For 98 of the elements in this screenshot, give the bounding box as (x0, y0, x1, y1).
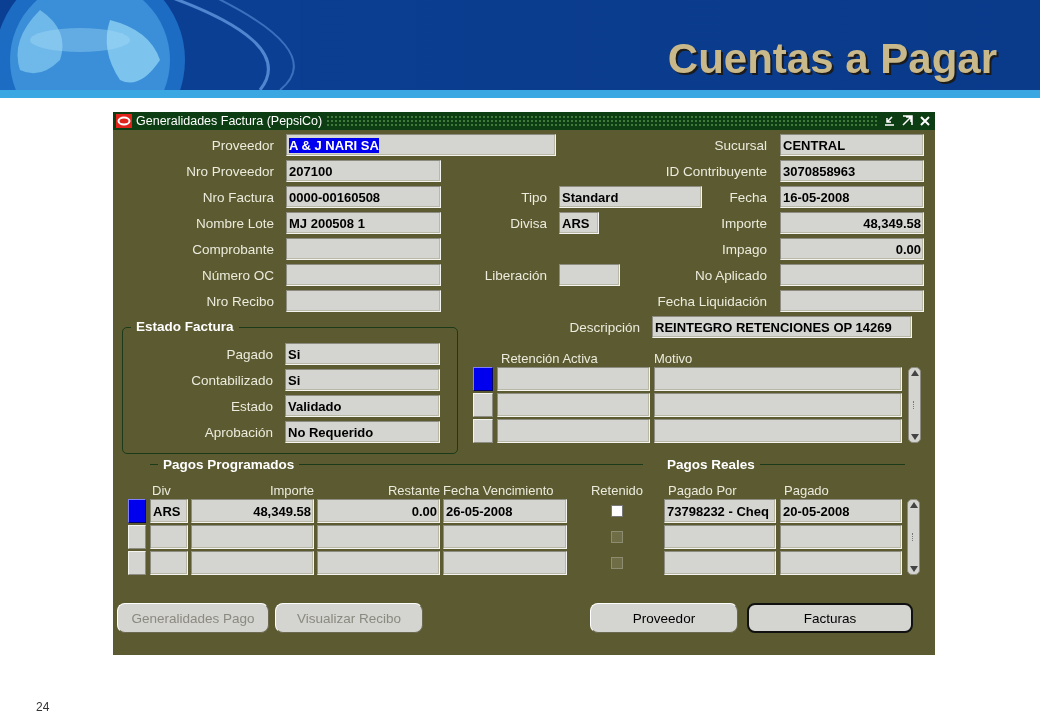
table-cell[interactable] (191, 525, 314, 549)
maximize-icon[interactable] (900, 114, 914, 128)
table-cell[interactable] (497, 393, 650, 417)
page-number: 24 (36, 700, 51, 714)
table-cell[interactable]: 73798232 - Cheq (664, 499, 776, 523)
input-field[interactable]: Standard (559, 186, 702, 208)
field-label: Importe (721, 215, 767, 231)
scroll-up-icon[interactable] (909, 502, 918, 508)
action-button[interactable]: Facturas (747, 603, 913, 633)
table-cell[interactable] (150, 525, 188, 549)
input-field[interactable]: REINTEGRO RETENCIONES OP 14269 (652, 316, 912, 338)
input-field[interactable]: 0.00 (780, 238, 924, 260)
field-label: Liberación (483, 267, 547, 283)
table-cell[interactable] (497, 367, 650, 391)
table-cell[interactable] (150, 551, 188, 575)
input-field[interactable] (286, 264, 441, 286)
field-label: Estado (229, 398, 273, 414)
table-cell[interactable] (664, 551, 776, 575)
field-label: Divisa (509, 215, 547, 231)
table-cell[interactable] (317, 525, 440, 549)
column-header: Restante (386, 483, 440, 498)
field-label: Nombre Lote (194, 215, 274, 231)
field-label: Nro Recibo (205, 293, 274, 309)
field-label: Comprobante (191, 241, 274, 257)
group-title: Estado Factura (131, 319, 239, 334)
input-field[interactable]: MJ 200508 1 (286, 212, 441, 234)
input-field[interactable]: Validado (285, 395, 440, 417)
table-cell[interactable] (317, 551, 440, 575)
input-field[interactable] (780, 264, 924, 286)
scrollbar[interactable] (908, 367, 921, 443)
checkbox[interactable] (611, 505, 623, 517)
input-field[interactable]: 0000-00160508 (286, 186, 441, 208)
field-label: Fecha (729, 189, 767, 205)
input-field[interactable]: 207100 (286, 160, 441, 182)
column-header: Fecha Vencimiento (443, 483, 555, 498)
scroll-down-icon[interactable] (909, 566, 918, 572)
table-cell[interactable]: 20-05-2008 (780, 499, 902, 523)
app-icon (116, 114, 132, 128)
action-button[interactable]: Proveedor (590, 603, 738, 633)
table-cell[interactable] (664, 525, 776, 549)
field-label: Impago (721, 241, 767, 257)
window-title: Generalidades Factura (PepsiCo) (136, 114, 323, 128)
input-field[interactable] (559, 264, 620, 286)
field-label: Proveedor (210, 137, 274, 153)
table-cell[interactable] (497, 419, 650, 443)
table-cell[interactable]: 0.00 (317, 499, 440, 523)
table-cell[interactable] (654, 367, 902, 391)
table-cell[interactable] (443, 551, 567, 575)
field-label: Sucursal (714, 137, 767, 153)
section-title: Pagos Programados (162, 456, 296, 472)
field-label: Nro Proveedor (185, 163, 274, 179)
input-field[interactable]: No Requerido (285, 421, 440, 443)
input-field[interactable]: Si (285, 343, 440, 365)
input-field[interactable]: A & J NARI SA (286, 134, 556, 156)
field-label: Nro Factura (201, 189, 274, 205)
record-indicator[interactable] (473, 367, 493, 391)
input-field[interactable] (286, 290, 441, 312)
field-label: Aprobación (203, 424, 273, 440)
table-cell[interactable] (443, 525, 567, 549)
field-label: Descripción (568, 319, 640, 335)
scrollbar[interactable] (907, 499, 920, 575)
column-header: Motivo (654, 351, 694, 366)
column-header: Retención Activa (500, 351, 599, 366)
scroll-down-icon[interactable] (910, 434, 919, 440)
table-cell[interactable] (654, 393, 902, 417)
close-icon[interactable] (918, 114, 932, 128)
column-header: Div (151, 483, 172, 498)
table-cell[interactable] (191, 551, 314, 575)
column-header: Pagado (783, 483, 830, 498)
field-label: ID Contribuyente (665, 163, 767, 179)
input-field[interactable]: CENTRAL (780, 134, 924, 156)
record-indicator[interactable] (128, 499, 146, 523)
input-field[interactable]: ARS (559, 212, 599, 234)
scroll-up-icon[interactable] (910, 370, 919, 376)
input-field[interactable]: 48,349.58 (780, 212, 924, 234)
minimize-icon[interactable] (882, 114, 896, 128)
input-field[interactable]: 3070858963 (780, 160, 924, 182)
field-label: Fecha Liquidación (657, 293, 767, 309)
table-cell[interactable] (780, 525, 902, 549)
field-label: Pagado (225, 346, 273, 362)
table-cell[interactable] (654, 419, 902, 443)
input-field[interactable]: 16-05-2008 (780, 186, 924, 208)
section-title: Pagos Reales (666, 456, 756, 472)
column-header: Pagado Por (667, 483, 738, 498)
slide-title: Cuentas a Pagar (667, 35, 997, 83)
field-label: Tipo (520, 189, 547, 205)
table-cell[interactable]: 48,349.58 (191, 499, 314, 523)
field-label: Número OC (201, 267, 274, 283)
table-cell[interactable]: 26-05-2008 (443, 499, 567, 523)
input-field[interactable] (780, 290, 924, 312)
column-header: Importe (268, 483, 314, 498)
field-label: Contabilizado (190, 372, 273, 388)
table-cell[interactable]: ARS (150, 499, 188, 523)
field-label: No Aplicado (694, 267, 767, 283)
input-field[interactable]: Si (285, 369, 440, 391)
input-field[interactable] (286, 238, 441, 260)
table-cell[interactable] (780, 551, 902, 575)
column-header: Retenido (589, 483, 644, 498)
